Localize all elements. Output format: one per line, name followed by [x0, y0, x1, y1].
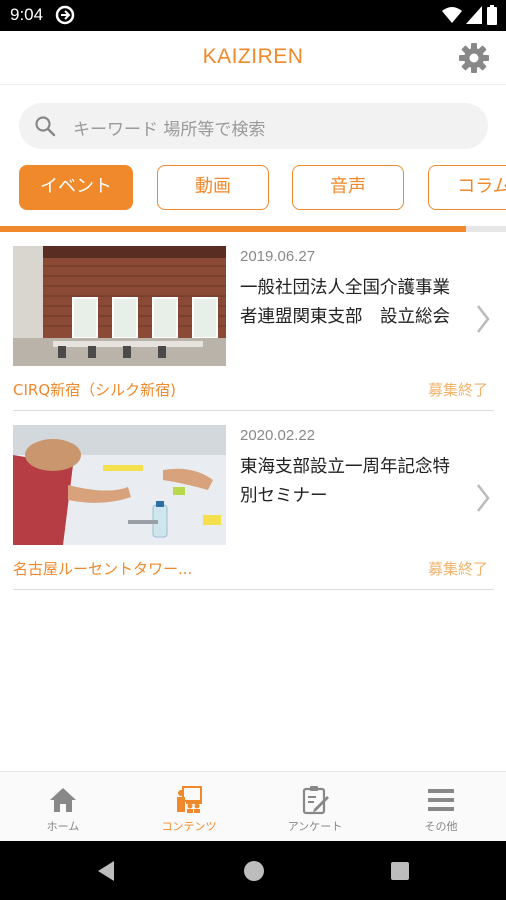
- tab-video[interactable]: 動画: [157, 165, 269, 210]
- event-date: 2019.06.27: [240, 248, 316, 265]
- search-bar[interactable]: キーワード 場所等で検索: [19, 103, 488, 149]
- contents-icon: [177, 786, 202, 813]
- chevron-right-icon: [477, 305, 490, 333]
- bottom-navigation: ホーム コンテンツ アンケート その他: [0, 771, 506, 841]
- nav-label: その他: [424, 820, 458, 833]
- event-venue: 名古屋ルーセントタワー...: [13, 560, 193, 578]
- search-input[interactable]: キーワード 場所等で検索: [73, 115, 265, 140]
- nav-survey[interactable]: アンケート: [252, 772, 378, 842]
- nav-label: コンテンツ: [161, 820, 217, 833]
- event-status-badge: 募集終了: [427, 381, 488, 399]
- search-icon: [35, 116, 56, 137]
- gear-icon[interactable]: [458, 42, 490, 74]
- app-bar: KAIZIREN: [0, 31, 506, 85]
- system-navigation-bar: [0, 841, 506, 900]
- tab-audio[interactable]: 音声: [292, 165, 404, 210]
- sync-icon: [55, 5, 75, 25]
- chevron-right-icon: [477, 484, 490, 512]
- survey-icon: [302, 786, 329, 815]
- nav-label: アンケート: [287, 820, 343, 833]
- event-venue: CIRQ新宿（シルク新宿): [13, 381, 176, 399]
- event-title: 一般社団法人全国介護事業者連盟関東支部 設立総会: [240, 278, 450, 327]
- signal-icon: [466, 6, 482, 24]
- status-bar: 9:04: [0, 0, 506, 31]
- back-icon[interactable]: [96, 860, 116, 882]
- wifi-icon: [442, 7, 462, 23]
- nav-label: ホーム: [46, 820, 80, 833]
- event-date: 2020.02.22: [240, 427, 316, 444]
- nav-contents[interactable]: コンテンツ: [126, 772, 252, 842]
- event-card[interactable]: 2019.06.27 一般社団法人全国介護事業者連盟関東支部 設立総会 CIRQ…: [13, 246, 494, 411]
- event-status-badge: 募集終了: [427, 560, 488, 578]
- home-icon: [50, 788, 76, 812]
- nav-other[interactable]: その他: [378, 772, 504, 842]
- app-title: KAIZIREN: [202, 45, 304, 68]
- home-button-icon[interactable]: [243, 860, 265, 882]
- battery-icon: [487, 5, 497, 25]
- event-thumbnail: [13, 425, 226, 545]
- tab-scroll-indicator-fill: [0, 226, 466, 232]
- tab-column[interactable]: コラム: [428, 165, 506, 210]
- nav-home[interactable]: ホーム: [0, 772, 126, 842]
- event-thumbnail: [13, 246, 226, 366]
- status-time: 9:04: [10, 5, 44, 24]
- event-card[interactable]: 2020.02.22 東海支部設立一周年記念特別セミナー 名古屋ルーセントタワー…: [13, 425, 494, 590]
- tab-event[interactable]: イベント: [19, 165, 133, 210]
- category-tabs: イベント 動画 音声 コラム: [0, 165, 506, 211]
- recents-icon[interactable]: [390, 861, 410, 881]
- menu-icon: [428, 789, 454, 811]
- event-title: 東海支部設立一周年記念特別セミナー: [240, 457, 450, 506]
- tab-scroll-indicator: [0, 226, 506, 232]
